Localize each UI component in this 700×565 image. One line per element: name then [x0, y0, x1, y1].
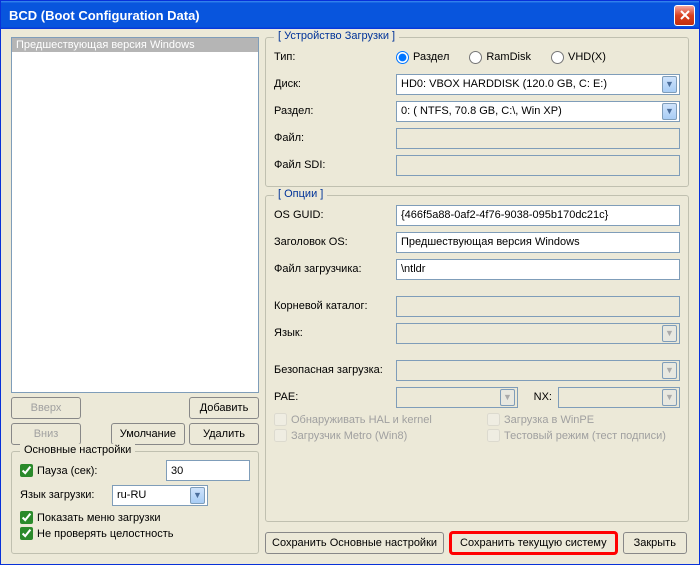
- type-partition-label: Раздел: [413, 51, 449, 63]
- pae-label: PAE:: [274, 391, 396, 403]
- show-menu-label: Показать меню загрузки: [37, 512, 161, 524]
- guid-input[interactable]: [396, 205, 680, 226]
- save-main-button[interactable]: Сохранить Основные настройки: [265, 532, 444, 554]
- optlang-select: ▼: [396, 323, 680, 344]
- disk-label: Диск:: [274, 78, 396, 90]
- file-label: Файл:: [274, 132, 396, 144]
- close-icon[interactable]: [674, 5, 695, 26]
- down-button[interactable]: Вниз: [11, 423, 81, 445]
- options-group: [ Опции ] OS GUID: Заголовок OS: Файл за…: [265, 195, 689, 522]
- options-title: [ Опции ]: [274, 188, 327, 200]
- hal-label: Обнаруживать HAL и kernel: [291, 414, 432, 426]
- no-integrity-label: Не проверять целостность: [37, 528, 174, 540]
- nx-select: ▼: [558, 387, 680, 408]
- type-vhd-label: VHD(X): [568, 51, 606, 63]
- loader-input[interactable]: [396, 259, 680, 280]
- default-button[interactable]: Умолчание: [111, 423, 185, 445]
- metro-checkbox: [274, 429, 287, 442]
- type-ramdisk-radio[interactable]: [469, 51, 482, 64]
- sdi-input: [396, 155, 680, 176]
- safe-label: Безопасная загрузка:: [274, 364, 396, 376]
- close-button[interactable]: Закрыть: [623, 532, 687, 554]
- type-label: Тип:: [274, 51, 396, 63]
- bottom-button-row: Сохранить Основные настройки Сохранить т…: [265, 532, 689, 554]
- title-bar[interactable]: BCD (Boot Configuration Data): [1, 1, 699, 29]
- left-column: Предшествующая версия Windows Вверх Доба…: [11, 37, 259, 554]
- boot-lang-label: Язык загрузки:: [20, 489, 112, 501]
- guid-label: OS GUID:: [274, 209, 396, 221]
- chevron-down-icon: ▼: [662, 103, 677, 120]
- partition-label: Раздел:: [274, 105, 396, 117]
- main-settings-group: Основные настройки Пауза (сек): Язык заг…: [11, 451, 259, 554]
- os-listbox[interactable]: Предшествующая версия Windows: [11, 37, 259, 393]
- sdi-label: Файл SDI:: [274, 159, 396, 171]
- winpe-checkbox: [487, 413, 500, 426]
- disk-select[interactable]: HD0: VBOX HARDDISK (120.0 GB, C: E:) ▼: [396, 74, 680, 95]
- chevron-down-icon: ▼: [662, 325, 677, 342]
- type-ramdisk-label: RamDisk: [486, 51, 531, 63]
- partition-select[interactable]: 0: ( NTFS, 70.8 GB, C:\, Win XP) ▼: [396, 101, 680, 122]
- chevron-down-icon: ▼: [662, 362, 677, 379]
- optlang-label: Язык:: [274, 327, 396, 339]
- type-vhd-radio[interactable]: [551, 51, 564, 64]
- partition-value: 0: ( NTFS, 70.8 GB, C:\, Win XP): [401, 105, 562, 117]
- ostitle-label: Заголовок OS:: [274, 236, 396, 248]
- window-title: BCD (Boot Configuration Data): [9, 8, 674, 23]
- pause-checkbox[interactable]: [20, 464, 33, 477]
- window-body: Предшествующая версия Windows Вверх Доба…: [1, 29, 699, 564]
- chevron-down-icon: ▼: [662, 389, 677, 406]
- main-settings-title: Основные настройки: [20, 444, 135, 456]
- root-label: Корневой каталог:: [274, 300, 396, 312]
- no-integrity-checkbox[interactable]: [20, 527, 33, 540]
- add-button[interactable]: Добавить: [189, 397, 259, 419]
- pae-select: ▼: [396, 387, 518, 408]
- chevron-down-icon: ▼: [500, 389, 515, 406]
- type-partition-radio[interactable]: [396, 51, 409, 64]
- chevron-down-icon: ▼: [662, 76, 677, 93]
- hal-checkbox: [274, 413, 287, 426]
- nx-label: NX:: [524, 391, 552, 403]
- save-current-button[interactable]: Сохранить текущую систему: [450, 532, 617, 554]
- pause-label: Пауза (сек):: [37, 465, 97, 477]
- list-item[interactable]: Предшествующая версия Windows: [12, 38, 258, 52]
- up-button[interactable]: Вверх: [11, 397, 81, 419]
- testmode-label: Тестовый режим (тест подписи): [504, 430, 666, 442]
- boot-device-group: [ Устройство Загрузки ] Тип: Раздел RamD…: [265, 37, 689, 187]
- root-input: [396, 296, 680, 317]
- winpe-label: Загрузка в WinPE: [504, 414, 594, 426]
- ostitle-input[interactable]: [396, 232, 680, 253]
- right-column: [ Устройство Загрузки ] Тип: Раздел RamD…: [265, 37, 689, 554]
- pause-input[interactable]: [166, 460, 250, 481]
- show-menu-checkbox[interactable]: [20, 511, 33, 524]
- boot-lang-value: ru-RU: [117, 489, 146, 501]
- loader-label: Файл загрузчика:: [274, 263, 396, 275]
- boot-device-title: [ Устройство Загрузки ]: [274, 30, 399, 42]
- metro-label: Загрузчик Metro (Win8): [291, 430, 407, 442]
- testmode-checkbox: [487, 429, 500, 442]
- file-input: [396, 128, 680, 149]
- boot-lang-select[interactable]: ru-RU ▼: [112, 485, 208, 506]
- chevron-down-icon: ▼: [190, 487, 205, 504]
- main-window: BCD (Boot Configuration Data) Предшеству…: [0, 0, 700, 565]
- delete-button[interactable]: Удалить: [189, 423, 259, 445]
- disk-value: HD0: VBOX HARDDISK (120.0 GB, C: E:): [401, 78, 607, 90]
- safe-select: ▼: [396, 360, 680, 381]
